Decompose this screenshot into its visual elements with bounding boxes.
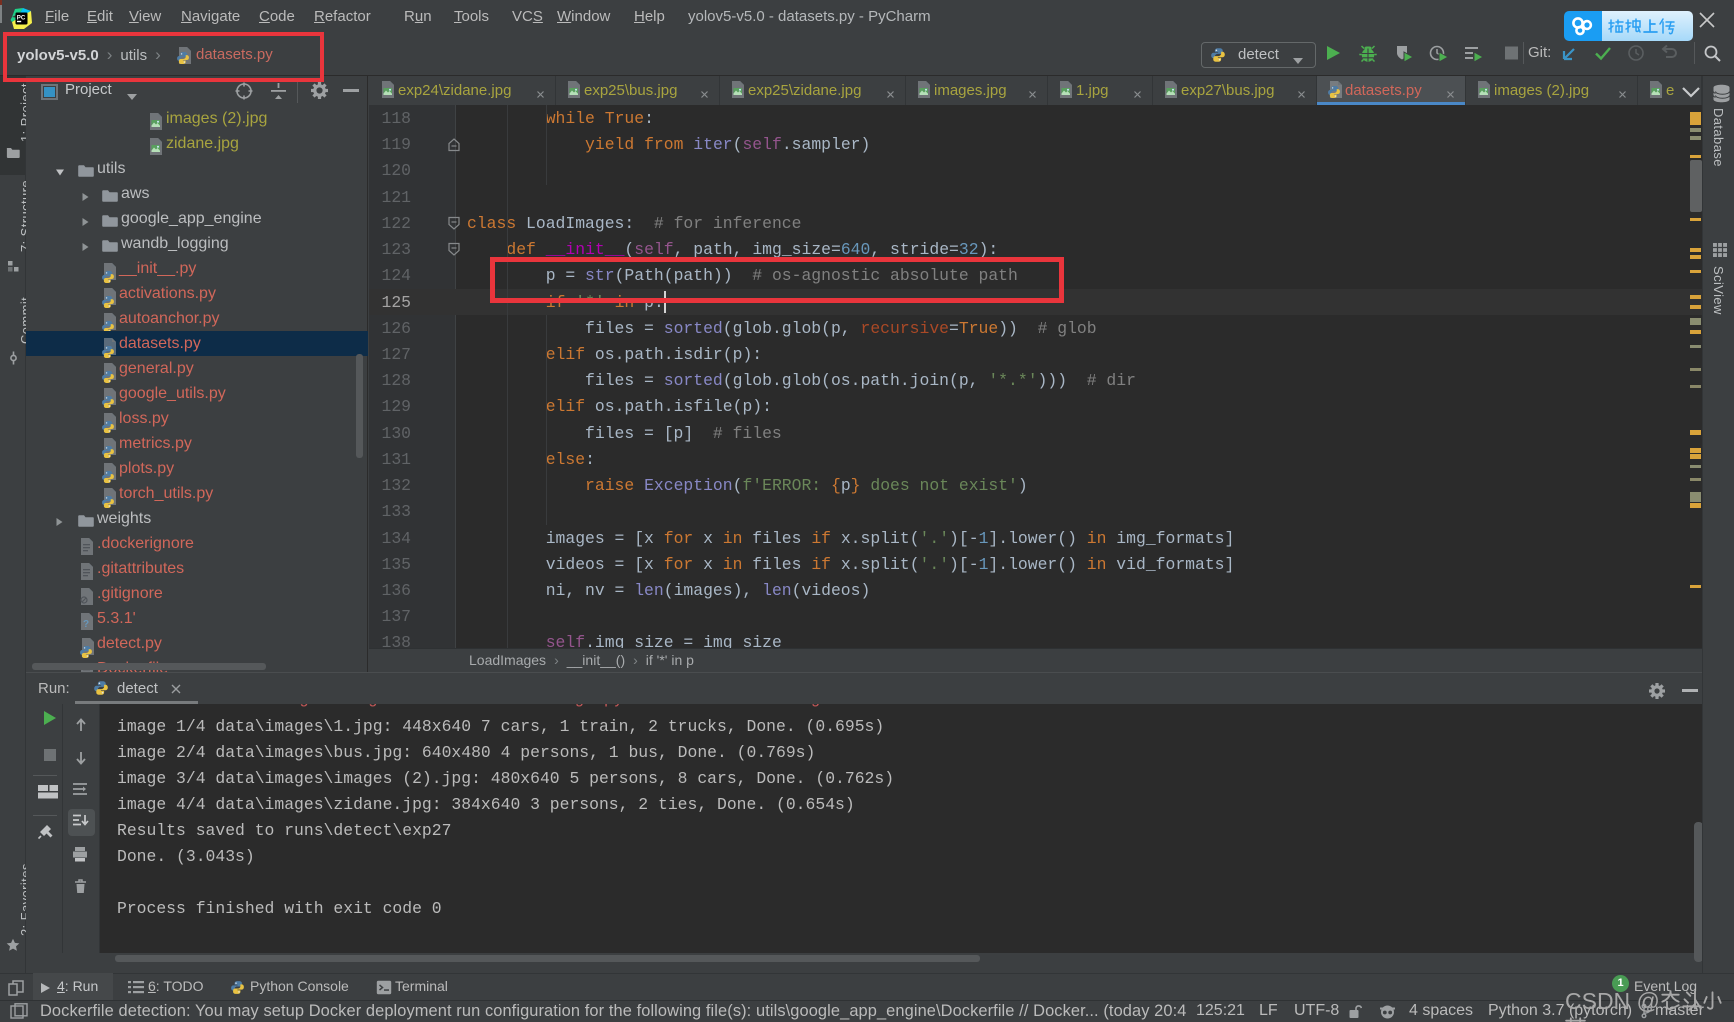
svg-text:?: ? xyxy=(83,619,89,630)
